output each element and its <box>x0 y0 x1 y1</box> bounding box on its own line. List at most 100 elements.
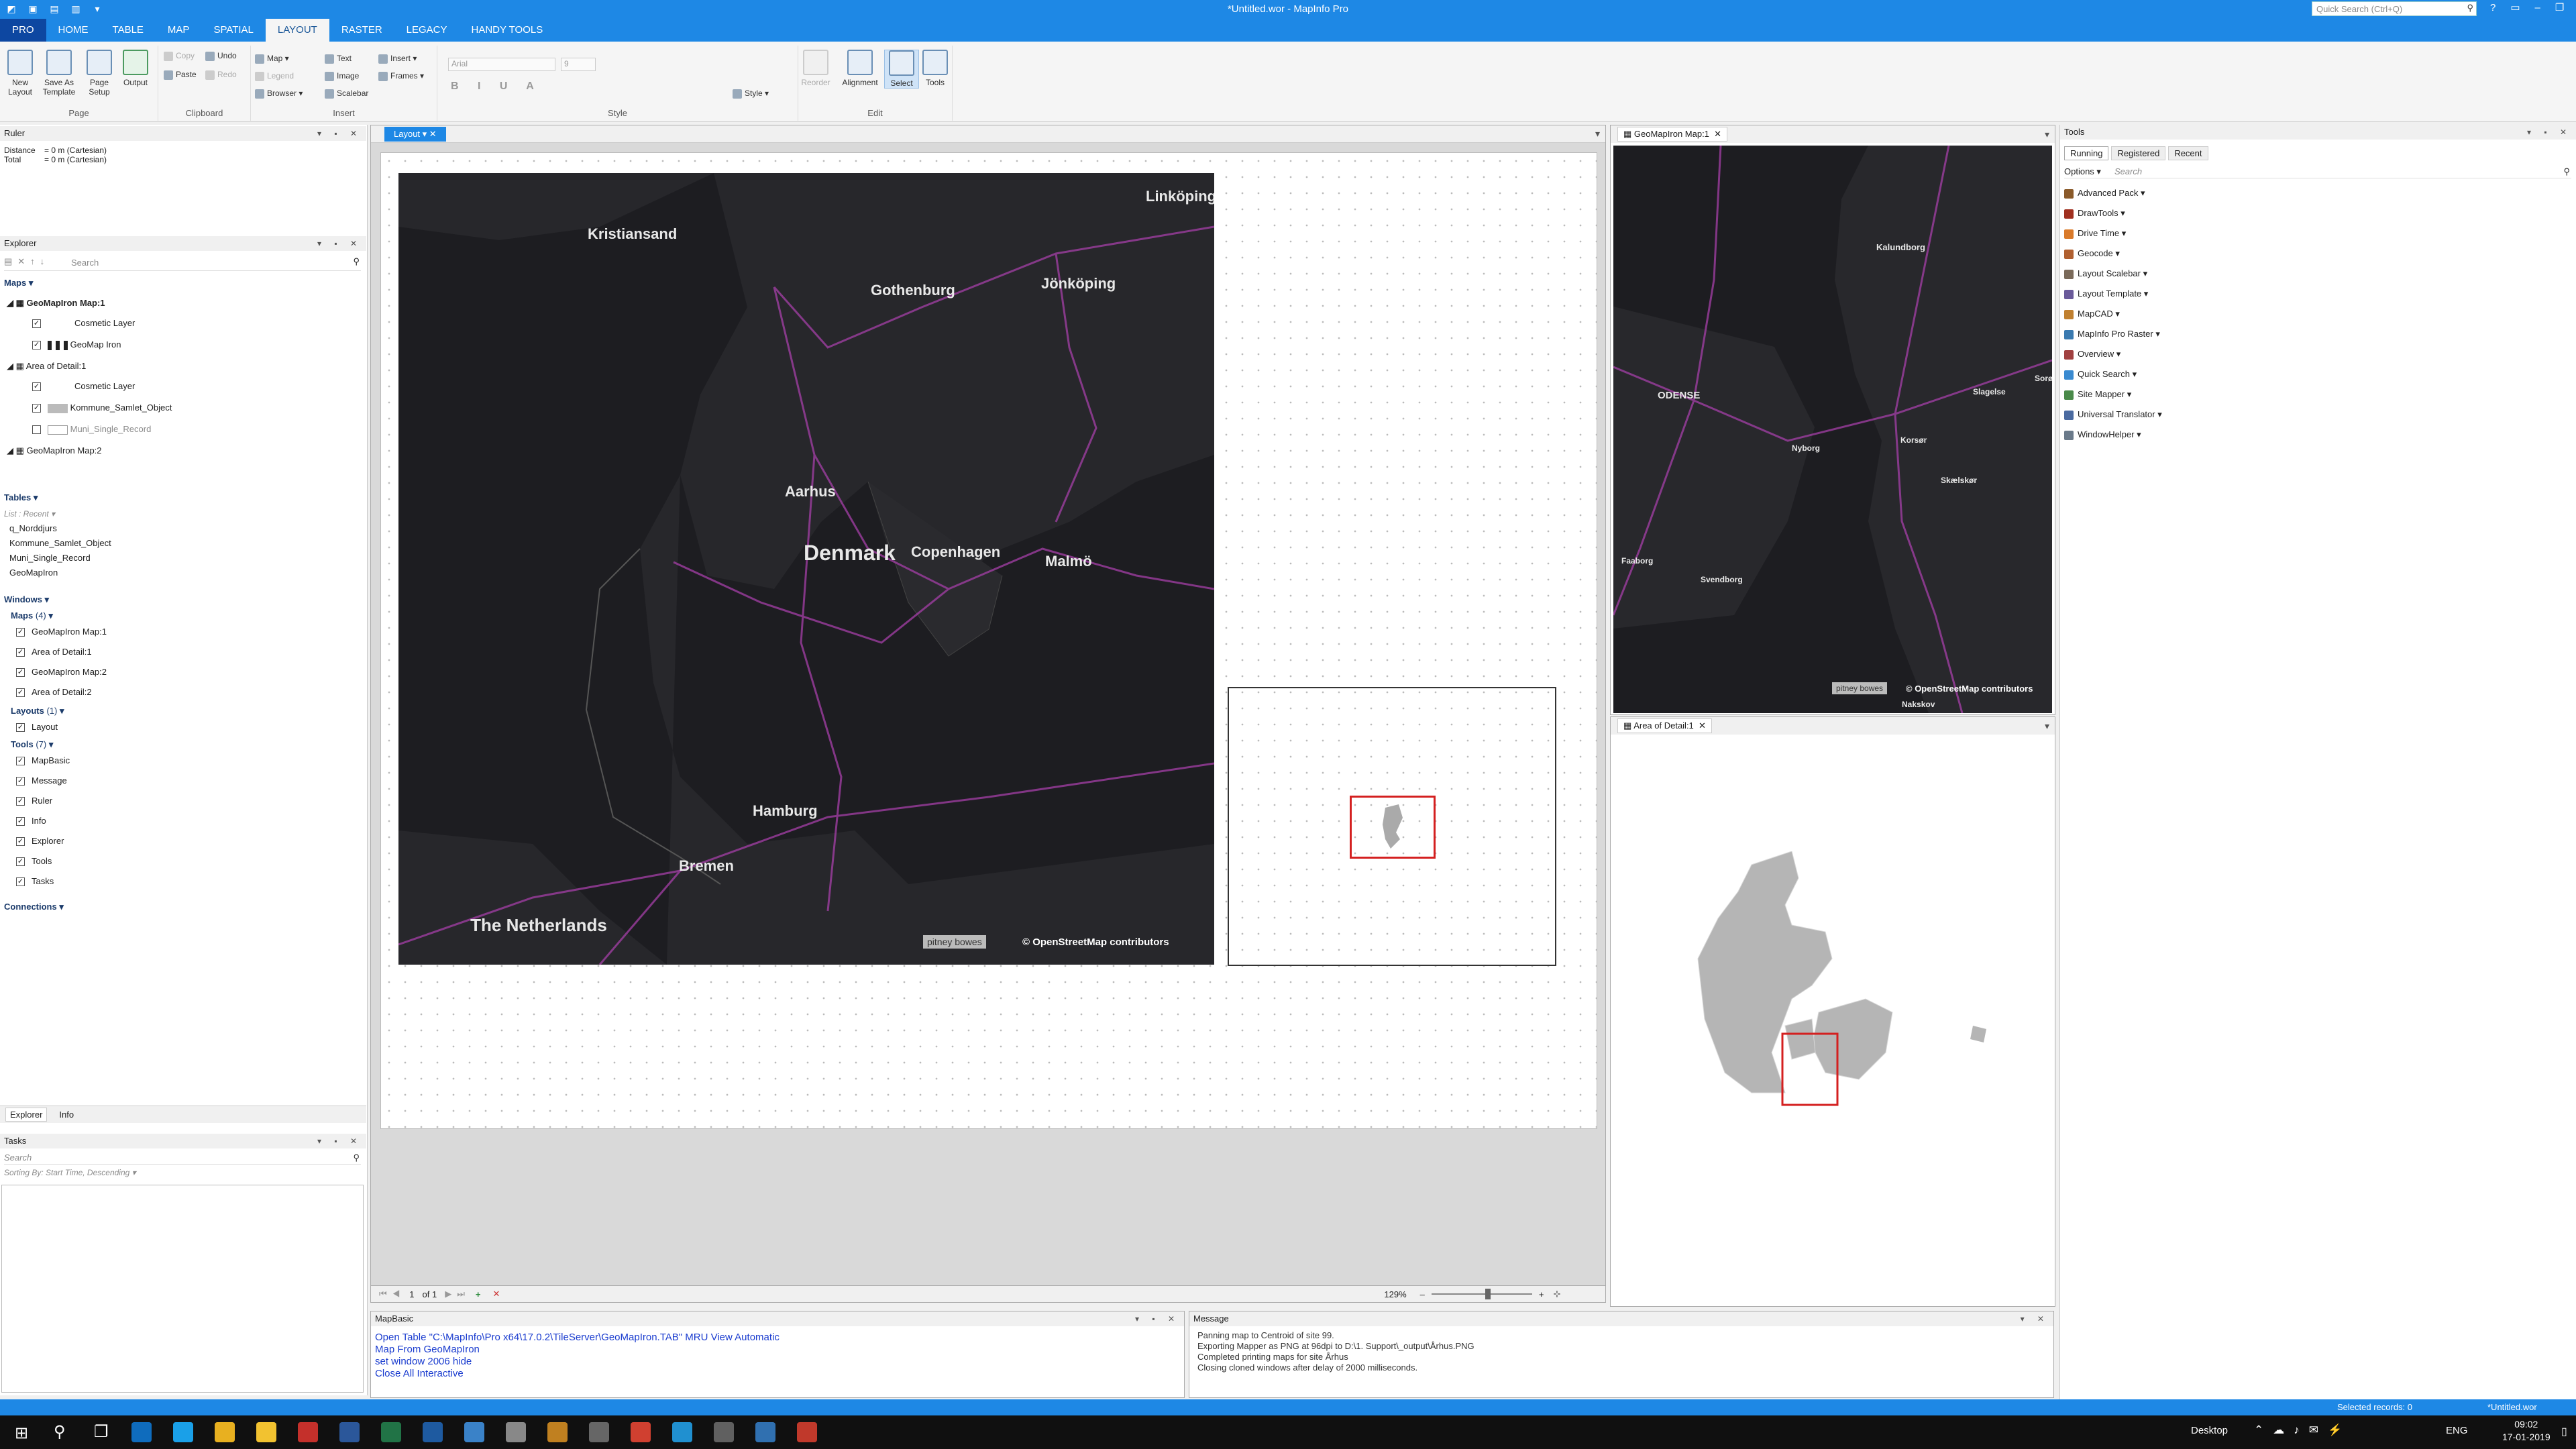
overview-map-frame[interactable] <box>1228 687 1556 966</box>
chevron-down-icon[interactable]: ▾ <box>2135 429 2141 439</box>
tab-layout[interactable]: LAYOUT <box>265 19 329 42</box>
table-item[interactable]: q_Norddjurs <box>9 522 57 535</box>
insert-text-button[interactable]: Text <box>325 52 352 64</box>
chevron-down-icon[interactable]: ▾ <box>2155 409 2162 419</box>
page-nav-next-last[interactable]: ▶⏭ <box>445 1289 470 1299</box>
tool-item[interactable]: Geocode ▾ <box>2064 247 2120 260</box>
table-item[interactable]: GeoMapIron <box>9 566 58 580</box>
tray-icons[interactable]: ⌃☁♪✉⚡ <box>2254 1424 2351 1437</box>
window-item[interactable]: ✓ Ruler <box>16 794 52 808</box>
chevron-down-icon[interactable]: ▾ <box>2119 228 2127 238</box>
app-icon[interactable] <box>631 1422 651 1442</box>
panel-controls[interactable]: ▾ ▪ ✕ <box>2527 125 2572 140</box>
chevron-down-icon[interactable]: ▾ <box>2118 208 2125 218</box>
delete-page-icon[interactable]: ✕ <box>493 1289 500 1299</box>
map-node[interactable]: ◢ ▦ GeoMapIron Map:1 <box>7 297 105 310</box>
clock[interactable]: 09:02 17-01-2019 <box>2502 1418 2551 1444</box>
window-item[interactable]: ✓ Area of Detail:1 <box>16 645 92 659</box>
insert-dropdown[interactable]: Insert ▾ <box>378 52 417 64</box>
paste-button[interactable]: Paste <box>164 68 197 80</box>
page-nav-first-prev[interactable]: ⏮◀ <box>379 1289 405 1299</box>
checkbox[interactable]: ✓ <box>16 648 25 657</box>
quick-search-input[interactable]: Quick Search (Ctrl+Q) ⚲ <box>2312 1 2477 16</box>
chevron-down-icon[interactable]: ▾ <box>2153 329 2160 339</box>
app-icon[interactable] <box>547 1422 568 1442</box>
reorder-button[interactable]: Reorder <box>798 50 833 87</box>
fit-page-icon[interactable]: ⊹ <box>1554 1289 1561 1299</box>
tab-area-of-detail[interactable]: ▦ Area of Detail:1 ✕ <box>1617 718 1712 733</box>
window-item[interactable]: ✓ Layout <box>16 720 58 734</box>
map-node[interactable]: ◢ ▦ Area of Detail:1 <box>7 360 86 373</box>
tab-info[interactable]: Info <box>59 1110 74 1120</box>
mapbasic-text[interactable]: Open Table "C:\MapInfo\Pro x64\17.0.2\Ti… <box>375 1332 780 1380</box>
tool-item[interactable]: Quick Search ▾ <box>2064 368 2137 381</box>
tool-item[interactable]: MapInfo Pro Raster ▾ <box>2064 327 2160 341</box>
insert-scalebar-button[interactable]: Scalebar <box>325 87 368 99</box>
page-current[interactable]: 1 <box>409 1289 414 1299</box>
output-button[interactable]: Output <box>118 50 153 87</box>
tables-header[interactable]: Tables ▾ <box>4 491 38 504</box>
window-item[interactable]: ✓ MapBasic <box>16 754 70 767</box>
chevron-down-icon[interactable]: ▾ <box>2113 309 2120 319</box>
checkbox[interactable]: ✓ <box>16 777 25 786</box>
windows-tools-group[interactable]: Tools (7) ▾ <box>11 738 53 751</box>
explorer-search-input[interactable]: Search <box>71 258 99 268</box>
insert-browser-button[interactable]: Browser ▾ <box>255 87 303 99</box>
tab-spatial[interactable]: SPATIAL <box>201 19 265 42</box>
checkbox[interactable]: ✓ <box>16 797 25 806</box>
tool-item[interactable]: Site Mapper ▾ <box>2064 388 2131 401</box>
file-explorer-icon[interactable] <box>256 1422 276 1442</box>
powerpoint-icon[interactable] <box>298 1422 318 1442</box>
ie-icon[interactable] <box>423 1422 443 1442</box>
tab-pro[interactable]: PRO <box>0 19 46 42</box>
help-icon[interactable]: ? <box>2490 2 2496 13</box>
restore-ribbon-icon[interactable]: ▭ <box>2510 1 2520 13</box>
checkbox[interactable]: ✓ <box>16 723 25 733</box>
window-item[interactable]: ✓ Info <box>16 814 46 828</box>
chevron-down-icon[interactable]: ▾ <box>2141 268 2148 278</box>
undo-button[interactable]: Undo <box>205 50 237 62</box>
add-page-icon[interactable]: + <box>476 1289 481 1299</box>
tab-raster[interactable]: RASTER <box>329 19 394 42</box>
checkbox[interactable]: ✓ <box>32 382 41 392</box>
panel-controls[interactable]: ▾ ▪ ✕ <box>1135 1311 1180 1326</box>
excel-icon[interactable] <box>381 1422 401 1442</box>
tab-home[interactable]: HOME <box>46 19 101 42</box>
checkbox[interactable]: ✓ <box>16 688 25 698</box>
page-setup-button[interactable]: Page Setup <box>82 50 117 97</box>
task-view-icon[interactable]: ❐ <box>94 1422 109 1442</box>
chevron-down-icon[interactable]: ▾ <box>2113 248 2120 258</box>
chevron-down-icon[interactable]: ▾ <box>2114 349 2121 359</box>
window-item[interactable]: ✓ Explorer <box>16 835 64 848</box>
save-as-template-button[interactable]: Save As Template <box>42 50 76 97</box>
alignment-button[interactable]: Alignment <box>839 50 881 87</box>
table-item[interactable]: Kommune_Samlet_Object <box>9 537 111 550</box>
insert-map-button[interactable]: Map ▾ <box>255 52 289 64</box>
checkbox[interactable]: ✓ <box>16 817 25 826</box>
zoom-slider[interactable] <box>1431 1289 1532 1299</box>
notifications-icon[interactable]: ▯ <box>2561 1425 2567 1438</box>
options-dropdown[interactable]: Options ▾ <box>2064 166 2101 177</box>
zoom-out-icon[interactable]: – <box>1420 1289 1425 1299</box>
app-icon[interactable] <box>672 1422 692 1442</box>
tasks-sort[interactable]: Sorting By: Start Time, Descending ▾ <box>4 1166 136 1179</box>
tab-layout-window[interactable]: Layout ▾ ✕ <box>384 126 446 142</box>
map-node[interactable]: ◢ ▦ GeoMapIron Map:2 <box>7 444 102 458</box>
chevron-down-icon[interactable]: ▾ <box>2138 188 2145 198</box>
app-icon[interactable] <box>589 1422 609 1442</box>
desktop-toolbar[interactable]: Desktop <box>2191 1425 2228 1436</box>
window-item[interactable]: ✓ GeoMapIron Map:1 <box>16 625 107 639</box>
connections-header[interactable]: Connections ▾ <box>4 900 64 914</box>
select-button[interactable]: Select <box>884 50 919 89</box>
app-icon[interactable] <box>714 1422 734 1442</box>
font-size-select[interactable]: 9 <box>561 58 596 71</box>
tab-legacy[interactable]: LEGACY <box>394 19 460 42</box>
tab-registered[interactable]: Registered <box>2111 146 2166 160</box>
window-item[interactable]: ✓ Tasks <box>16 875 54 888</box>
maximize-button[interactable]: ❐ <box>2555 1 2564 13</box>
frames-dropdown[interactable]: Frames ▾ <box>378 70 424 82</box>
tab-table[interactable]: TABLE <box>101 19 156 42</box>
layer-row[interactable]: ✓ Cosmetic Layer <box>32 317 135 330</box>
panel-controls[interactable]: ▾ ✕ <box>2021 1311 2049 1326</box>
window-item[interactable]: ✓ GeoMapIron Map:2 <box>16 665 107 679</box>
